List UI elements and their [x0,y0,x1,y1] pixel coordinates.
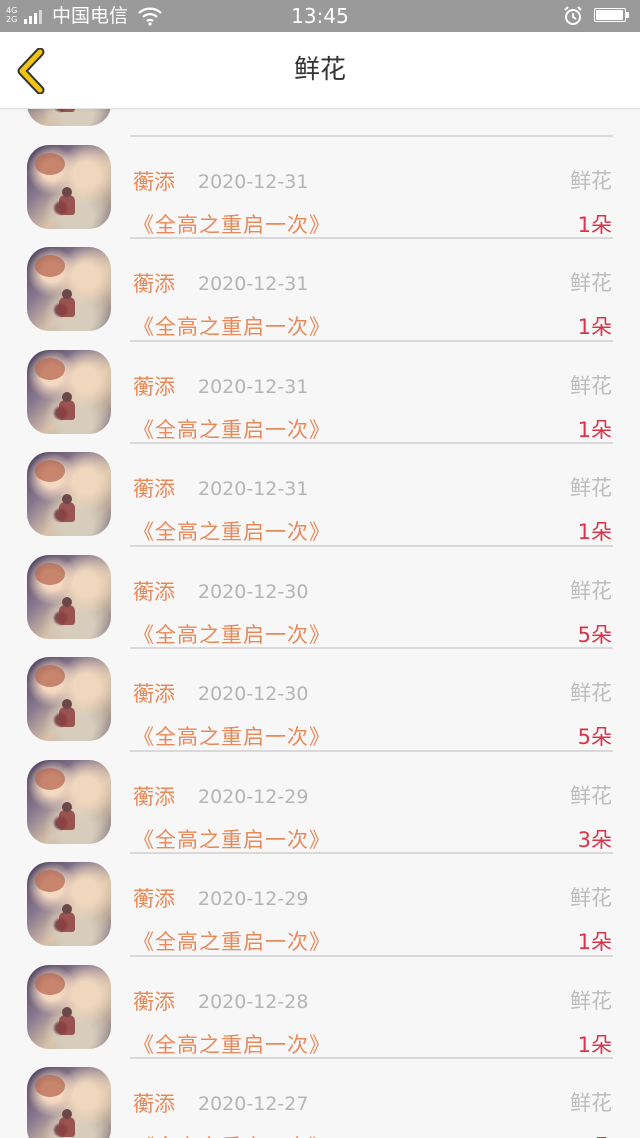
avatar [27,759,111,844]
record-date: 2020-12-31 [198,273,309,295]
avatar [27,554,111,639]
gift-type-label: 鲜花 [570,168,612,193]
record-date: 2020-12-30 [198,580,309,603]
list-item-partial [0,108,640,137]
sender-name: 蘅添 [133,682,175,706]
avatar [27,964,111,1049]
list-item[interactable]: 蘅添 2020-12-29 鲜花 《全高之重启一次》 1朵 [0,842,640,957]
record-date: 2020-12-28 [198,990,309,1013]
list-item[interactable]: 蘅添 2020-12-31 鲜花 《全高之重启一次》 1朵 [0,227,640,342]
sender-name: 蘅添 [133,272,175,296]
avatar [27,862,111,946]
list-item[interactable]: 蘅添 2020-12-31 鲜花 《全高之重启一次》 1朵 [0,330,640,444]
list-item[interactable]: 蘅添 2020-12-30 鲜花 《全高之重启一次》 5朵 [0,637,640,752]
gift-type-label: 鲜花 [570,373,612,398]
gift-type-label: 鲜花 [570,783,612,808]
avatar [27,1067,111,1138]
sender-name: 蘅添 [133,477,175,501]
avatar [27,247,111,331]
record-date: 2020-12-31 [198,375,309,398]
sender-name: 蘅添 [133,784,175,809]
gift-type-label: 鲜花 [570,476,612,500]
record-date: 2020-12-31 [198,478,309,500]
gift-type-label: 鲜花 [570,886,612,910]
record-date: 2020-12-29 [198,785,309,808]
gift-type-label: 鲜花 [570,271,612,295]
record-date: 2020-12-29 [198,888,309,910]
list-item[interactable]: 蘅添 2020-12-30 鲜花 《全高之重启一次》 5朵 [0,535,640,649]
sender-name: 蘅添 [133,374,175,399]
gift-type-label: 鲜花 [570,988,612,1013]
gift-type-label: 鲜花 [570,578,612,603]
chevron-left-icon [17,47,45,95]
back-button[interactable] [10,47,56,95]
sender-name: 蘅添 [133,169,175,194]
avatar [27,349,111,434]
gift-type-label: 鲜花 [570,1091,612,1115]
record-date: 2020-12-27 [198,1093,309,1115]
avatar [27,452,111,536]
list-item[interactable]: 蘅添 2020-12-31 鲜花 《全高之重启一次》 1朵 [0,432,640,547]
sender-name: 蘅添 [133,579,175,604]
sender-name: 蘅添 [133,989,175,1014]
alarm-icon [564,6,582,25]
gift-type-label: 鲜花 [570,681,612,705]
page-title: 鲜花 [293,55,346,85]
flower-count: 1朵 [578,1133,612,1138]
avatar [27,657,111,741]
record-date: 2020-12-31 [198,170,309,193]
list-item[interactable]: 蘅添 2020-12-27 鲜花《全高之重启一次》 1朵 [0,1047,640,1138]
list-item[interactable]: 蘅添 2020-12-29 鲜花 《全高之重启一次》 3朵 [0,740,640,854]
avatar [27,108,111,126]
battery-icon [594,8,630,24]
avatar [27,144,111,229]
flower-record-list[interactable]: 蘅添 2020-12-31 鲜花 《全高之重启一次》 1朵 蘅添 2020-12-31 鲜花《… [0,108,640,1138]
list-item[interactable]: 蘅添 2020-12-28 鲜花 《全高之重启一次》 1朵 [0,945,640,1059]
navigation-bar: 鲜花 [0,32,640,109]
clock: 13:45 [291,4,349,28]
status-bar: 4G 2G 中国电信 13:45 [0,0,640,32]
book-title-link[interactable]: 《全高之重启一次》 [133,1133,331,1138]
list-item[interactable]: 蘅添 2020-12-31 鲜花 《全高之重启一次》 1朵 [0,125,640,239]
sender-name: 蘅添 [133,1092,175,1116]
record-date: 2020-12-30 [198,683,309,705]
sender-name: 蘅添 [133,887,175,911]
